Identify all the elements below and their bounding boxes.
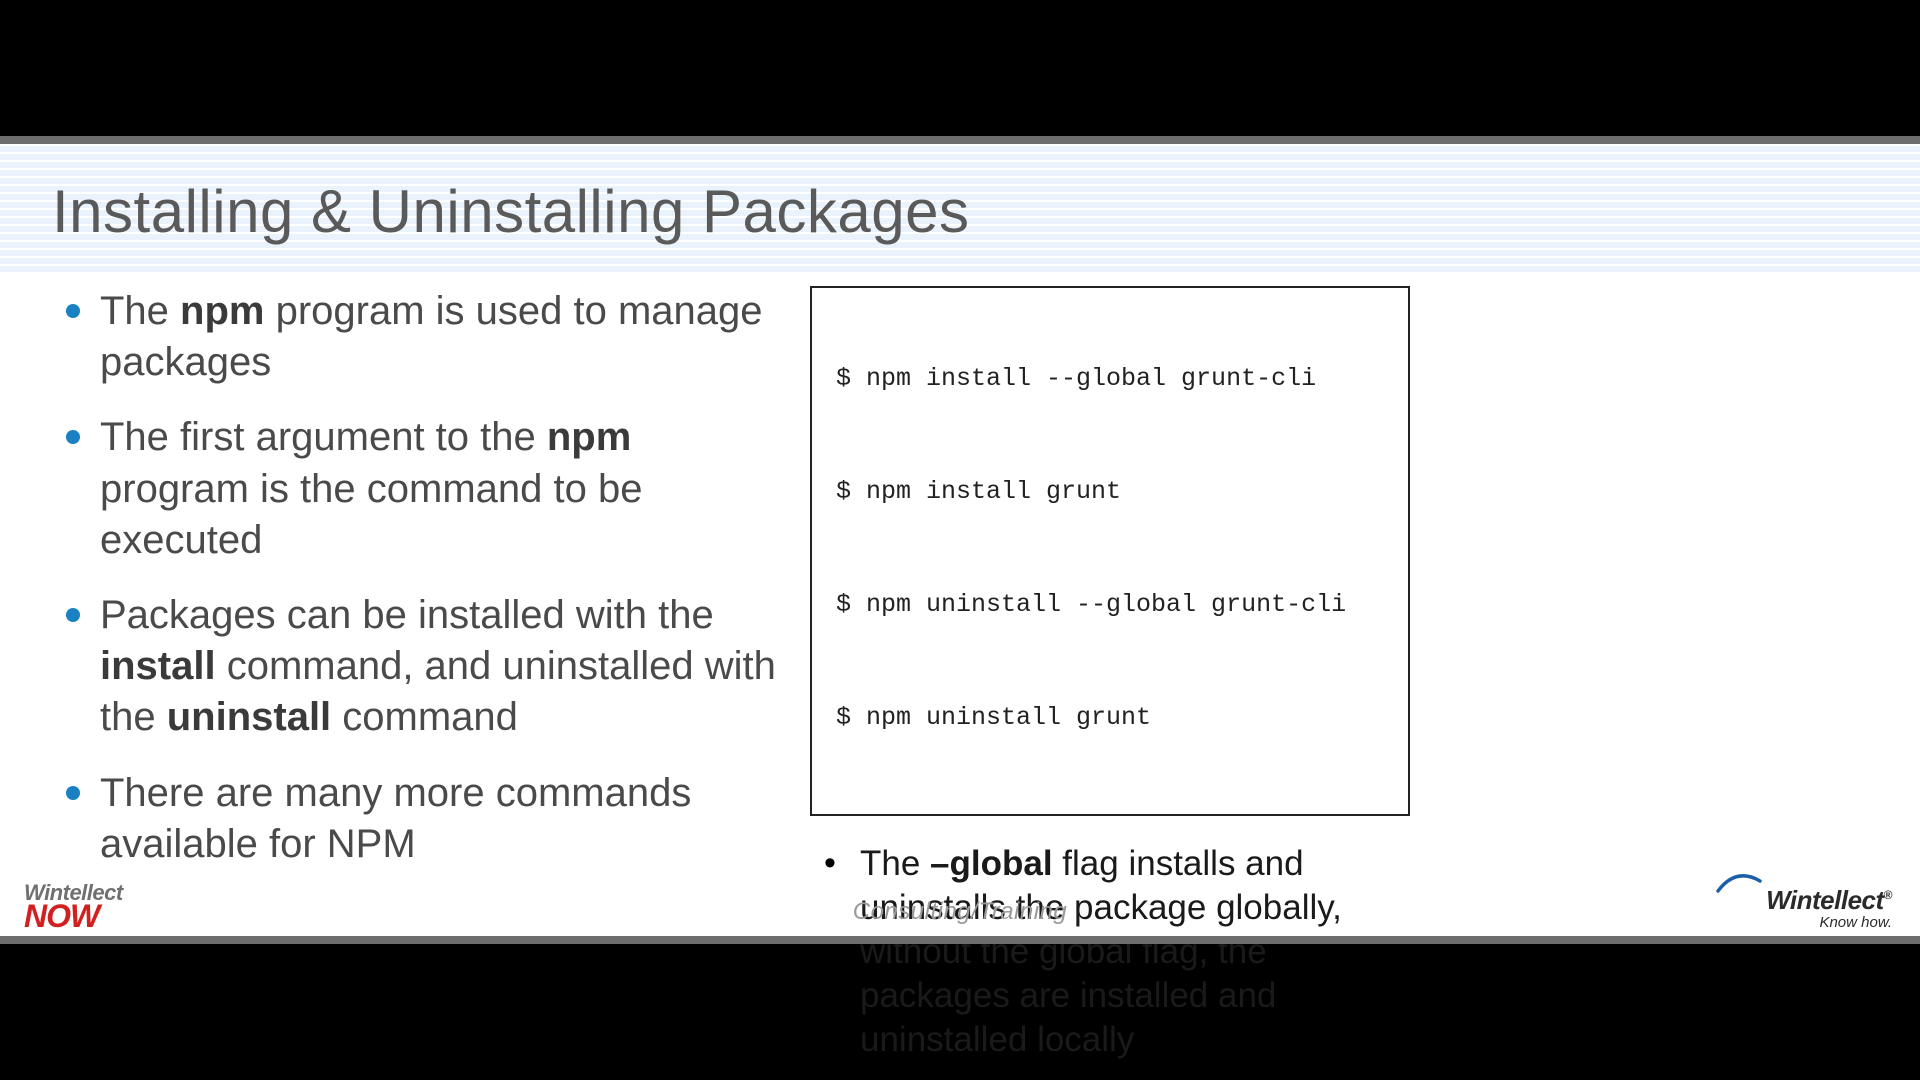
bullet-text: program is the command to be executed <box>100 467 642 562</box>
brand-text: Wintellect <box>1766 885 1884 915</box>
code-line: $ npm uninstall grunt <box>836 705 1384 730</box>
bullet-bold: –global <box>930 844 1053 883</box>
left-bullet-list: The npm program is used to manage packag… <box>60 286 790 870</box>
code-line: $ npm install --global grunt-cli <box>836 366 1384 391</box>
bullet-text: Packages can be installed with the <box>100 593 714 637</box>
content-area: The npm program is used to manage packag… <box>60 286 1880 884</box>
bullet-bold: uninstall <box>167 695 331 739</box>
letterbox-top <box>0 0 1920 136</box>
left-column: The npm program is used to manage packag… <box>60 286 790 894</box>
bullet-text: command <box>331 695 518 739</box>
code-line: $ npm uninstall --global grunt-cli <box>836 592 1384 617</box>
bullet-text: The <box>860 844 930 883</box>
logo-right-brand: Wintellect® <box>1766 887 1892 913</box>
bullet-bold: npm <box>180 289 264 333</box>
right-bullet-list: The –global flag installs and uninstalls… <box>816 842 1410 1062</box>
slide-title: Installing & Uninstalling Packages <box>52 177 970 246</box>
bullet-text: The first argument to the <box>100 415 547 459</box>
bullet-bold: npm <box>547 415 631 459</box>
bullet-item: The –global flag installs and uninstalls… <box>816 842 1410 1062</box>
bullet-item: There are many more commands available f… <box>60 768 790 870</box>
top-divider <box>0 136 1920 144</box>
slide: Installing & Uninstalling Packages The n… <box>0 136 1920 944</box>
bullet-item: Packages can be installed with the insta… <box>60 590 790 744</box>
code-box: $ npm install --global grunt-cli $ npm i… <box>810 286 1410 816</box>
bottom-divider <box>0 936 1920 944</box>
logo-right-tagline: Know how. <box>1766 915 1892 930</box>
footer-center-text: Consulting/Training <box>0 898 1920 926</box>
logo-wintellect-now: Wintellect NOW <box>24 884 123 930</box>
registered-mark: ® <box>1884 888 1892 902</box>
swoosh-icon <box>1716 871 1762 895</box>
bullet-item: The npm program is used to manage packag… <box>60 286 790 388</box>
bullet-text: There are many more commands available f… <box>100 771 691 866</box>
logo-left-line2: NOW <box>24 903 123 930</box>
code-line: $ npm install grunt <box>836 479 1384 504</box>
logo-wintellect: Wintellect® Know how. <box>1766 887 1892 930</box>
bullet-item: The first argument to the npm program is… <box>60 412 790 566</box>
bullet-text: The <box>100 289 180 333</box>
right-column: $ npm install --global grunt-cli $ npm i… <box>810 286 1410 1062</box>
header-area: Installing & Uninstalling Packages <box>0 144 1920 272</box>
bullet-bold: install <box>100 644 216 688</box>
